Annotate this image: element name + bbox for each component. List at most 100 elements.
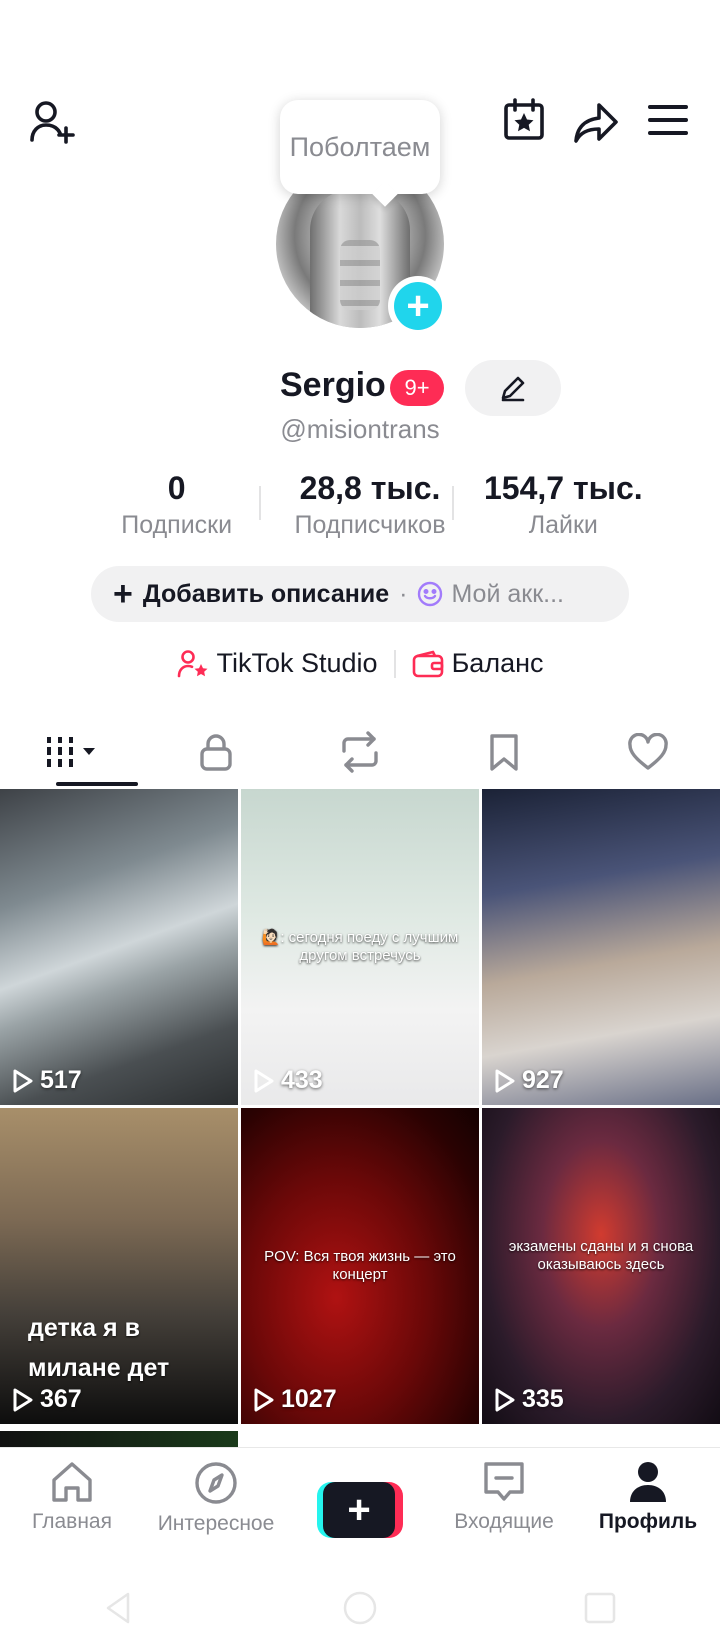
nav-inbox[interactable]: Входящие [432,1448,576,1557]
add-description-button[interactable]: + Добавить описание · Мой акк... [91,566,629,622]
person-star-icon [177,649,207,677]
bookmark-icon [490,734,518,771]
system-navigation-bar [0,1575,720,1640]
play-icon [495,1388,515,1411]
add-description-label: Добавить описание [142,579,390,608]
plus-icon: + [113,575,133,613]
profile-links: TikTok Studio Баланс [0,648,720,679]
next-row-peek [0,1431,238,1447]
nav-home-label: Главная [32,1510,112,1533]
chat-tooltip[interactable]: Поболтаем [280,100,440,194]
likes-count: 154,7 тыс. [483,470,643,506]
tiktok-studio-link[interactable]: TikTok Studio [177,648,378,679]
view-count-value: 927 [522,1066,564,1094]
video-caption: детка я в милане дет [28,1314,170,1382]
view-count: 335 [494,1385,564,1414]
following-count: 0 [167,470,186,506]
smiley-icon [418,581,443,607]
compass-icon [195,1462,237,1504]
video-thumbnail[interactable]: 🙋🏻: сегодня поеду с лучшим другом встреч… [241,789,479,1105]
video-thumbnail[interactable]: экзамены сданы и я снова оказываюсь здес… [482,1108,720,1424]
stat-followers[interactable]: 28,8 тыс. Подписчиков [273,468,466,548]
nav-profile-label: Профиль [598,1510,698,1533]
active-tab-indicator [56,782,138,786]
nav-create[interactable]: + [288,1448,432,1557]
menu-button[interactable] [640,92,696,148]
nav-explore-label: Интересное [157,1512,275,1535]
followers-count: 28,8 тыс. [299,470,441,506]
tab-private[interactable] [144,718,288,786]
home-circle-icon[interactable] [340,1588,380,1628]
share-profile-button[interactable] [566,92,626,152]
balance-link[interactable]: Баланс [412,648,544,679]
nav-profile[interactable]: Профиль [576,1448,720,1557]
plus-icon: + [394,282,442,330]
grid-videos-icon [47,737,95,767]
video-thumbnail[interactable]: POV: Вся твоя жизнь — это концерт 1027 [241,1108,479,1424]
view-count: 367 [12,1385,82,1414]
person-plus-icon [30,101,75,144]
stats-divider [452,486,454,520]
create-button[interactable]: + [317,1482,403,1538]
calendar-button[interactable] [496,92,552,148]
play-icon [13,1069,33,1092]
edit-profile-button[interactable] [465,360,561,416]
links-divider [393,649,396,678]
home-icon [52,1462,92,1502]
nav-home[interactable]: Главная [0,1448,144,1557]
back-icon[interactable] [100,1588,140,1628]
video-caption: 🙋🏻: сегодня поеду с лучшим другом встреч… [261,929,459,964]
tiktok-studio-label: TikTok Studio [216,648,378,678]
tab-reposts[interactable] [288,718,432,786]
profile-name: Sergio [280,366,386,404]
plus-icon: + [323,1482,395,1538]
hamburger-menu-icon [648,105,688,135]
share-arrow-icon [574,103,618,143]
add-story-button[interactable]: + [388,276,448,336]
content-tabs [0,718,720,786]
tooltip-text: Поболтаем [289,132,431,162]
separator-dot: · [399,579,408,608]
likes-label: Лайки [528,511,598,539]
play-icon [13,1388,33,1411]
balance-label: Баланс [451,648,544,678]
tab-favorites[interactable] [432,718,576,786]
tab-videos[interactable] [0,718,144,786]
stats-divider [259,486,261,520]
play-icon [254,1069,274,1092]
view-count-value: 1027 [281,1385,337,1413]
video-grid: 517 🙋🏻: сегодня поеду с лучшим другом вс… [0,789,720,1424]
notification-badge[interactable]: 9+ [390,370,444,406]
video-thumbnail[interactable]: 517 [0,789,238,1105]
pencil-icon [501,376,525,402]
play-icon [254,1388,274,1411]
view-count-value: 433 [281,1066,323,1094]
video-caption: POV: Вся твоя жизнь — это концерт [264,1248,456,1283]
calendar-star-icon [504,98,544,140]
tab-liked[interactable] [576,718,720,786]
heart-icon [628,733,668,770]
stat-following[interactable]: 0 Подписки [80,468,273,548]
play-icon [495,1069,515,1092]
wallet-icon [412,650,443,677]
inbox-message-icon [484,1462,524,1501]
lock-icon [200,734,232,771]
view-count-value: 367 [40,1385,82,1413]
view-count: 517 [12,1066,82,1095]
profile-stats: 0 Подписки 28,8 тыс. Подписчиков 154,7 т… [80,468,660,548]
video-thumbnail[interactable]: детка я в милане дет 367 [0,1108,238,1424]
video-thumbnail[interactable]: 927 [482,789,720,1105]
view-count: 1027 [253,1385,337,1414]
stat-likes[interactable]: 154,7 тыс. Лайки [467,468,660,548]
recents-icon[interactable] [580,1588,620,1628]
repost-icon [342,731,378,773]
view-count: 433 [253,1066,323,1095]
view-count: 927 [494,1066,564,1095]
add-friend-button[interactable] [22,92,82,152]
view-count-value: 517 [40,1066,82,1094]
nav-inbox-label: Входящие [454,1510,554,1533]
bottom-navigation: Главная Интересное + Входящие Профиль [0,1447,720,1557]
following-label: Подписки [121,511,233,539]
view-count-value: 335 [522,1385,564,1413]
nav-explore[interactable]: Интересное [144,1448,288,1557]
